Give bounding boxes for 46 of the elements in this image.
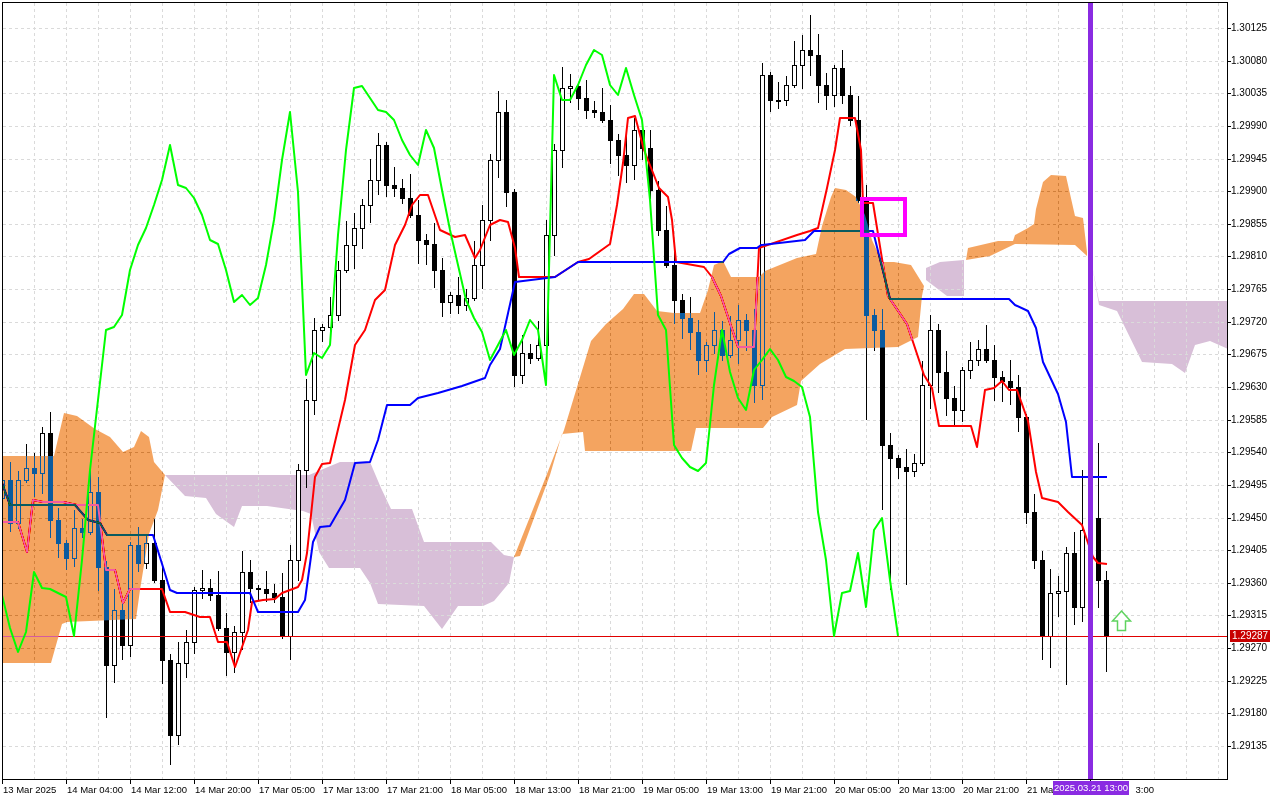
price-label: 1.29135 — [1231, 740, 1268, 752]
price-label: 1.29270 — [1231, 642, 1268, 654]
price-label: 1.29990 — [1231, 120, 1268, 132]
price-label: 1.29720 — [1231, 316, 1268, 328]
price-label: 1.29585 — [1231, 414, 1268, 426]
time-label: 17 Mar 21:00 — [387, 783, 443, 796]
time-label: 14 Mar 04:00 — [67, 783, 123, 796]
time-label: 18 Mar 13:00 — [515, 783, 571, 796]
time-label: 17 Mar 13:00 — [323, 783, 379, 796]
price-label: 1.29945 — [1231, 153, 1268, 165]
time-label: 14 Mar 20:00 — [195, 783, 251, 796]
price-label: 1.29540 — [1231, 446, 1268, 458]
price-label: 1.29495 — [1231, 479, 1268, 491]
price-label: 1.30080 — [1231, 55, 1268, 67]
arrow-up-icon — [1110, 609, 1133, 632]
price-label: 1.29450 — [1231, 512, 1268, 524]
price-label: 1.29810 — [1231, 250, 1268, 262]
time-label: 17 Mar 05:00 — [259, 783, 315, 796]
current-price-tag: 1.29287 — [1230, 630, 1271, 642]
price-label: 1.29225 — [1231, 675, 1268, 687]
price-label: 1.29360 — [1231, 577, 1268, 589]
time-label: 19 Mar 05:00 — [643, 783, 699, 796]
cursor-time-tag: 2025.03.21 13:00 — [1053, 781, 1129, 795]
time-label: 14 Mar 12:00 — [131, 783, 187, 796]
price-label: 1.29630 — [1231, 381, 1268, 393]
time-label: 3:00 — [1135, 783, 1154, 796]
price-label: 1.30035 — [1231, 87, 1268, 99]
time-label: 13 Mar 2025 — [3, 783, 57, 796]
time-label: 20 Mar 13:00 — [899, 783, 955, 796]
time-label: 19 Mar 21:00 — [771, 783, 827, 796]
time-label: 19 Mar 13:00 — [707, 783, 763, 796]
time-label: 18 Mar 21:00 — [579, 783, 635, 796]
time-label: 20 Mar 05:00 — [835, 783, 891, 796]
cloud-area — [926, 260, 964, 296]
price-label: 1.30125 — [1231, 22, 1268, 34]
price-label: 1.29180 — [1231, 707, 1268, 719]
price-label: 1.29405 — [1231, 544, 1268, 556]
price-label: 1.29765 — [1231, 283, 1268, 295]
price-label: 1.29315 — [1231, 609, 1268, 621]
price-label: 1.29900 — [1231, 185, 1268, 197]
time-label: 18 Mar 05:00 — [451, 783, 507, 796]
time-label: 21 Ma — [1027, 783, 1054, 796]
time-label: 20 Mar 21:00 — [963, 783, 1019, 796]
price-label: 1.29675 — [1231, 348, 1268, 360]
highlight-rectangle — [860, 197, 907, 237]
price-label: 1.29855 — [1231, 218, 1268, 230]
